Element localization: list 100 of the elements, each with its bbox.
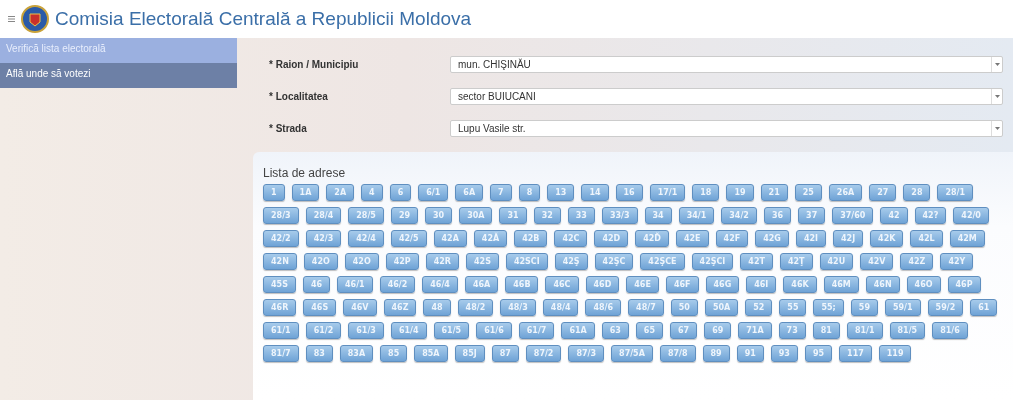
address-button[interactable]: 42O — [344, 253, 379, 270]
address-button[interactable]: 13 — [547, 184, 575, 201]
address-button[interactable]: 42/5 — [390, 230, 427, 247]
address-button[interactable]: 83 — [305, 345, 333, 362]
address-button[interactable]: 28 — [903, 184, 931, 201]
address-button[interactable]: 69 — [704, 322, 732, 339]
address-button[interactable]: 42Ă — [473, 230, 508, 247]
address-button[interactable]: 42? — [914, 207, 947, 224]
address-button[interactable]: 28/3 — [263, 207, 299, 224]
address-button[interactable]: 46A — [464, 276, 499, 293]
address-button[interactable]: 71A — [738, 322, 772, 339]
address-button[interactable]: 8 — [518, 184, 541, 201]
address-button[interactable]: 42R — [425, 253, 459, 270]
address-button[interactable]: 36 — [763, 207, 792, 224]
address-button[interactable]: 87/2 — [525, 345, 562, 362]
address-button[interactable]: 42S — [466, 253, 499, 270]
address-button[interactable]: 32 — [533, 207, 561, 224]
address-button[interactable]: 46S — [303, 299, 337, 316]
address-button[interactable]: 46E — [626, 276, 659, 293]
address-button[interactable]: 81/5 — [889, 322, 926, 339]
address-button[interactable]: 81/1 — [846, 322, 883, 339]
address-button[interactable]: 6A — [455, 184, 484, 201]
dropdown-field[interactable]: sector BUIUCANI — [450, 87, 1003, 105]
address-button[interactable]: 61/1 — [263, 322, 299, 339]
address-button[interactable]: 42D — [594, 230, 629, 247]
address-button[interactable]: 73 — [778, 322, 806, 339]
address-button[interactable]: 42O — [303, 253, 338, 270]
address-button[interactable]: 95 — [804, 345, 833, 362]
address-button[interactable]: 42T — [740, 253, 773, 270]
address-button[interactable]: 7 — [490, 184, 512, 201]
address-button[interactable]: 42A — [433, 230, 467, 247]
address-button[interactable]: 42F — [715, 230, 749, 247]
address-button[interactable]: 42Ş — [554, 253, 588, 270]
address-button[interactable]: 59/2 — [927, 299, 964, 316]
address-button[interactable]: 30 — [425, 207, 453, 224]
address-button[interactable]: 87 — [491, 345, 519, 362]
address-button[interactable]: 33 — [567, 207, 595, 224]
address-button[interactable]: 42/4 — [348, 230, 384, 247]
address-button[interactable]: 46/2 — [379, 276, 416, 293]
address-button[interactable]: 42/3 — [305, 230, 342, 247]
address-button[interactable]: 46C — [545, 276, 579, 293]
address-button[interactable]: 33/3 — [601, 207, 638, 224]
address-button[interactable]: 31 — [499, 207, 527, 224]
address-button[interactable]: 42U — [819, 253, 854, 270]
address-button[interactable]: 42C — [554, 230, 588, 247]
address-button[interactable]: 37 — [798, 207, 826, 224]
address-button[interactable]: 85A — [414, 345, 448, 362]
address-button[interactable]: 14 — [581, 184, 609, 201]
address-button[interactable]: 46G — [705, 276, 740, 293]
address-button[interactable]: 42Ţ — [779, 253, 813, 270]
address-button[interactable]: 46V — [343, 299, 377, 316]
address-button[interactable]: 46R — [263, 299, 297, 316]
address-button[interactable]: 119 — [878, 345, 912, 362]
address-button[interactable]: 42Z — [900, 253, 934, 270]
address-button[interactable]: 30A — [459, 207, 493, 224]
address-button[interactable]: 29 — [390, 207, 418, 224]
address-button[interactable]: 89 — [702, 345, 730, 362]
address-button[interactable]: 91 — [736, 345, 764, 362]
address-button[interactable]: 42SCI — [505, 253, 548, 270]
address-button[interactable]: 59/1 — [884, 299, 921, 316]
address-button[interactable]: 61/5 — [433, 322, 470, 339]
address-button[interactable]: 42P — [385, 253, 419, 270]
address-button[interactable]: 46I — [746, 276, 777, 293]
address-button[interactable]: 61/4 — [390, 322, 427, 339]
address-button[interactable]: 85J — [454, 345, 485, 362]
address-button[interactable]: 93 — [770, 345, 798, 362]
address-button[interactable]: 26A — [828, 184, 863, 201]
address-button[interactable]: 42ŞCE — [640, 253, 685, 270]
address-button[interactable]: 42G — [755, 230, 789, 247]
address-button[interactable]: 25 — [794, 184, 822, 201]
address-button[interactable]: 42L — [910, 230, 943, 247]
address-button[interactable]: 27 — [869, 184, 897, 201]
address-button[interactable]: 46/1 — [337, 276, 373, 293]
address-button[interactable]: 28/1 — [937, 184, 974, 201]
address-button[interactable]: 2A — [326, 184, 355, 201]
address-button[interactable]: 87/8 — [659, 345, 696, 362]
address-button[interactable]: 63 — [601, 322, 629, 339]
address-button[interactable]: 48 — [423, 299, 451, 316]
address-button[interactable]: 46Z — [383, 299, 417, 316]
address-button[interactable]: 1A — [291, 184, 320, 201]
address-button[interactable]: 42V — [860, 253, 894, 270]
address-button[interactable]: 21 — [760, 184, 788, 201]
address-button[interactable]: 42Ď — [635, 230, 669, 247]
address-button[interactable]: 81/7 — [263, 345, 299, 362]
address-button[interactable]: 19 — [726, 184, 754, 201]
address-button[interactable]: 37/60 — [832, 207, 874, 224]
address-button[interactable]: 46M — [823, 276, 859, 293]
address-button[interactable]: 46 — [302, 276, 331, 293]
address-button[interactable]: 61/7 — [518, 322, 555, 339]
address-button[interactable]: 61A — [561, 322, 595, 339]
address-button[interactable]: 28/5 — [348, 207, 384, 224]
address-button[interactable]: 83A — [339, 345, 374, 362]
address-button[interactable]: 42ŞC — [594, 253, 634, 270]
address-button[interactable]: 61/6 — [476, 322, 512, 339]
address-button[interactable]: 4 — [361, 184, 383, 201]
address-button[interactable]: 48/6 — [585, 299, 622, 316]
address-button[interactable]: 42Y — [940, 253, 974, 270]
address-button[interactable]: 42I — [795, 230, 826, 247]
address-button[interactable]: 46O — [906, 276, 941, 293]
address-button[interactable]: 50 — [670, 299, 698, 316]
